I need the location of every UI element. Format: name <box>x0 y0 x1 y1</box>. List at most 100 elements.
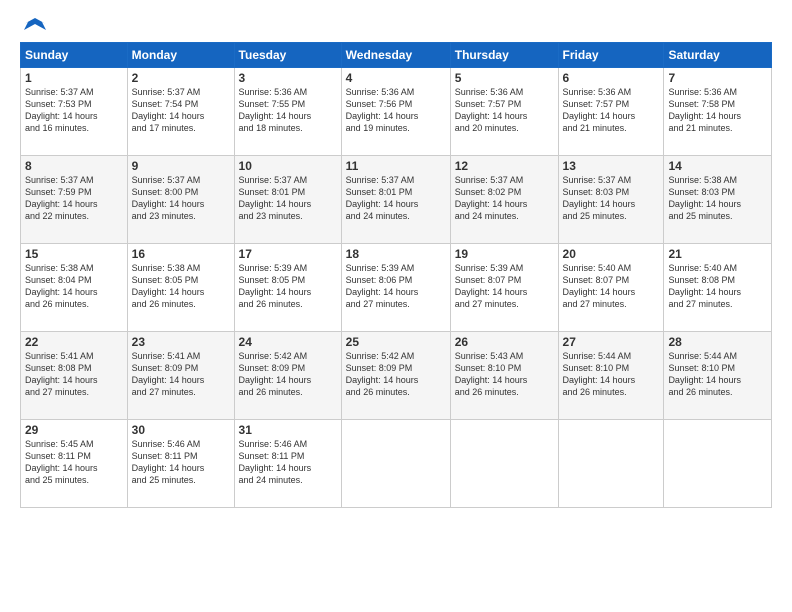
day-number: 8 <box>25 159 123 173</box>
day-info: Sunrise: 5:37 AM Sunset: 8:00 PM Dayligh… <box>132 174 230 223</box>
weekday-header-saturday: Saturday <box>664 43 772 68</box>
day-info: Sunrise: 5:44 AM Sunset: 8:10 PM Dayligh… <box>668 350 767 399</box>
day-info: Sunrise: 5:38 AM Sunset: 8:04 PM Dayligh… <box>25 262 123 311</box>
logo <box>20 16 46 34</box>
calendar-day-cell: 18Sunrise: 5:39 AM Sunset: 8:06 PM Dayli… <box>341 244 450 332</box>
calendar-day-cell: 31Sunrise: 5:46 AM Sunset: 8:11 PM Dayli… <box>234 420 341 508</box>
day-number: 7 <box>668 71 767 85</box>
day-info: Sunrise: 5:44 AM Sunset: 8:10 PM Dayligh… <box>563 350 660 399</box>
weekday-header-friday: Friday <box>558 43 664 68</box>
day-info: Sunrise: 5:42 AM Sunset: 8:09 PM Dayligh… <box>239 350 337 399</box>
calendar-day-cell: 28Sunrise: 5:44 AM Sunset: 8:10 PM Dayli… <box>664 332 772 420</box>
day-number: 20 <box>563 247 660 261</box>
day-number: 2 <box>132 71 230 85</box>
calendar-day-cell: 14Sunrise: 5:38 AM Sunset: 8:03 PM Dayli… <box>664 156 772 244</box>
day-info: Sunrise: 5:38 AM Sunset: 8:03 PM Dayligh… <box>668 174 767 223</box>
day-info: Sunrise: 5:38 AM Sunset: 8:05 PM Dayligh… <box>132 262 230 311</box>
day-number: 12 <box>455 159 554 173</box>
empty-day-cell <box>450 420 558 508</box>
day-number: 27 <box>563 335 660 349</box>
empty-day-cell <box>558 420 664 508</box>
day-info: Sunrise: 5:36 AM Sunset: 7:55 PM Dayligh… <box>239 86 337 135</box>
day-number: 19 <box>455 247 554 261</box>
day-number: 18 <box>346 247 446 261</box>
day-info: Sunrise: 5:36 AM Sunset: 7:56 PM Dayligh… <box>346 86 446 135</box>
calendar-day-cell: 5Sunrise: 5:36 AM Sunset: 7:57 PM Daylig… <box>450 68 558 156</box>
calendar-day-cell: 2Sunrise: 5:37 AM Sunset: 7:54 PM Daylig… <box>127 68 234 156</box>
day-info: Sunrise: 5:46 AM Sunset: 8:11 PM Dayligh… <box>239 438 337 487</box>
weekday-header-monday: Monday <box>127 43 234 68</box>
calendar-day-cell: 1Sunrise: 5:37 AM Sunset: 7:53 PM Daylig… <box>21 68 128 156</box>
day-number: 15 <box>25 247 123 261</box>
day-info: Sunrise: 5:45 AM Sunset: 8:11 PM Dayligh… <box>25 438 123 487</box>
calendar-day-cell: 8Sunrise: 5:37 AM Sunset: 7:59 PM Daylig… <box>21 156 128 244</box>
day-number: 30 <box>132 423 230 437</box>
calendar-day-cell: 16Sunrise: 5:38 AM Sunset: 8:05 PM Dayli… <box>127 244 234 332</box>
empty-day-cell <box>341 420 450 508</box>
calendar-day-cell: 17Sunrise: 5:39 AM Sunset: 8:05 PM Dayli… <box>234 244 341 332</box>
calendar-day-cell: 10Sunrise: 5:37 AM Sunset: 8:01 PM Dayli… <box>234 156 341 244</box>
header <box>20 16 772 34</box>
day-info: Sunrise: 5:36 AM Sunset: 7:57 PM Dayligh… <box>563 86 660 135</box>
day-number: 24 <box>239 335 337 349</box>
day-number: 29 <box>25 423 123 437</box>
calendar-day-cell: 11Sunrise: 5:37 AM Sunset: 8:01 PM Dayli… <box>341 156 450 244</box>
day-number: 3 <box>239 71 337 85</box>
day-info: Sunrise: 5:39 AM Sunset: 8:05 PM Dayligh… <box>239 262 337 311</box>
day-number: 9 <box>132 159 230 173</box>
calendar-week-row: 29Sunrise: 5:45 AM Sunset: 8:11 PM Dayli… <box>21 420 772 508</box>
day-info: Sunrise: 5:37 AM Sunset: 7:59 PM Dayligh… <box>25 174 123 223</box>
day-number: 1 <box>25 71 123 85</box>
calendar-day-cell: 20Sunrise: 5:40 AM Sunset: 8:07 PM Dayli… <box>558 244 664 332</box>
calendar-day-cell: 27Sunrise: 5:44 AM Sunset: 8:10 PM Dayli… <box>558 332 664 420</box>
day-info: Sunrise: 5:40 AM Sunset: 8:07 PM Dayligh… <box>563 262 660 311</box>
calendar-day-cell: 25Sunrise: 5:42 AM Sunset: 8:09 PM Dayli… <box>341 332 450 420</box>
day-info: Sunrise: 5:46 AM Sunset: 8:11 PM Dayligh… <box>132 438 230 487</box>
calendar-day-cell: 21Sunrise: 5:40 AM Sunset: 8:08 PM Dayli… <box>664 244 772 332</box>
calendar-table: SundayMondayTuesdayWednesdayThursdayFrid… <box>20 42 772 508</box>
day-number: 5 <box>455 71 554 85</box>
day-number: 23 <box>132 335 230 349</box>
day-info: Sunrise: 5:37 AM Sunset: 8:01 PM Dayligh… <box>346 174 446 223</box>
day-number: 28 <box>668 335 767 349</box>
calendar-day-cell: 6Sunrise: 5:36 AM Sunset: 7:57 PM Daylig… <box>558 68 664 156</box>
day-info: Sunrise: 5:42 AM Sunset: 8:09 PM Dayligh… <box>346 350 446 399</box>
calendar-week-row: 22Sunrise: 5:41 AM Sunset: 8:08 PM Dayli… <box>21 332 772 420</box>
calendar-week-row: 1Sunrise: 5:37 AM Sunset: 7:53 PM Daylig… <box>21 68 772 156</box>
calendar-day-cell: 7Sunrise: 5:36 AM Sunset: 7:58 PM Daylig… <box>664 68 772 156</box>
day-number: 6 <box>563 71 660 85</box>
calendar-day-cell: 24Sunrise: 5:42 AM Sunset: 8:09 PM Dayli… <box>234 332 341 420</box>
calendar-day-cell: 30Sunrise: 5:46 AM Sunset: 8:11 PM Dayli… <box>127 420 234 508</box>
day-info: Sunrise: 5:37 AM Sunset: 8:02 PM Dayligh… <box>455 174 554 223</box>
calendar-day-cell: 12Sunrise: 5:37 AM Sunset: 8:02 PM Dayli… <box>450 156 558 244</box>
day-number: 4 <box>346 71 446 85</box>
day-info: Sunrise: 5:37 AM Sunset: 8:03 PM Dayligh… <box>563 174 660 223</box>
day-info: Sunrise: 5:36 AM Sunset: 7:57 PM Dayligh… <box>455 86 554 135</box>
calendar-week-row: 15Sunrise: 5:38 AM Sunset: 8:04 PM Dayli… <box>21 244 772 332</box>
empty-day-cell <box>664 420 772 508</box>
day-info: Sunrise: 5:37 AM Sunset: 7:53 PM Dayligh… <box>25 86 123 135</box>
day-info: Sunrise: 5:39 AM Sunset: 8:07 PM Dayligh… <box>455 262 554 311</box>
day-info: Sunrise: 5:41 AM Sunset: 8:08 PM Dayligh… <box>25 350 123 399</box>
day-number: 16 <box>132 247 230 261</box>
weekday-header-thursday: Thursday <box>450 43 558 68</box>
calendar-day-cell: 3Sunrise: 5:36 AM Sunset: 7:55 PM Daylig… <box>234 68 341 156</box>
calendar-day-cell: 26Sunrise: 5:43 AM Sunset: 8:10 PM Dayli… <box>450 332 558 420</box>
day-number: 10 <box>239 159 337 173</box>
day-number: 31 <box>239 423 337 437</box>
day-info: Sunrise: 5:37 AM Sunset: 8:01 PM Dayligh… <box>239 174 337 223</box>
day-number: 13 <box>563 159 660 173</box>
day-number: 26 <box>455 335 554 349</box>
calendar-week-row: 8Sunrise: 5:37 AM Sunset: 7:59 PM Daylig… <box>21 156 772 244</box>
calendar-day-cell: 4Sunrise: 5:36 AM Sunset: 7:56 PM Daylig… <box>341 68 450 156</box>
calendar-day-cell: 19Sunrise: 5:39 AM Sunset: 8:07 PM Dayli… <box>450 244 558 332</box>
calendar-day-cell: 23Sunrise: 5:41 AM Sunset: 8:09 PM Dayli… <box>127 332 234 420</box>
weekday-header-sunday: Sunday <box>21 43 128 68</box>
weekday-header-wednesday: Wednesday <box>341 43 450 68</box>
calendar-day-cell: 9Sunrise: 5:37 AM Sunset: 8:00 PM Daylig… <box>127 156 234 244</box>
weekday-header-row: SundayMondayTuesdayWednesdayThursdayFrid… <box>21 43 772 68</box>
day-number: 11 <box>346 159 446 173</box>
weekday-header-tuesday: Tuesday <box>234 43 341 68</box>
day-number: 22 <box>25 335 123 349</box>
day-number: 25 <box>346 335 446 349</box>
